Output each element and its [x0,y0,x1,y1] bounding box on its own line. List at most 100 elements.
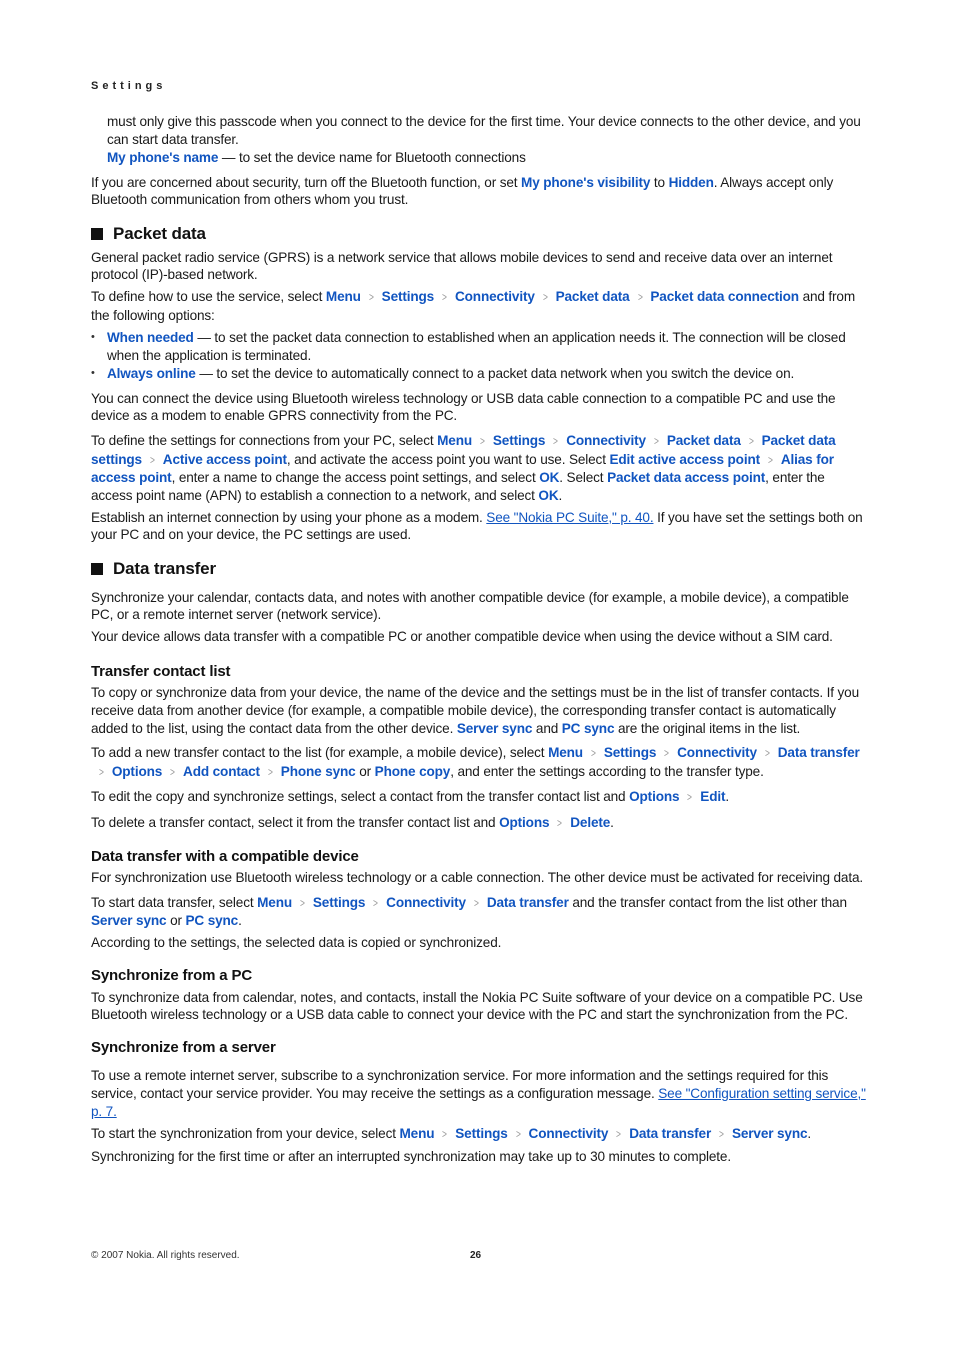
chevron-right-icon: > [637,290,643,305]
menu-path-item: Packet data [555,289,630,305]
chevron-right-icon: > [99,764,104,779]
menu-path: Options > Edit [629,789,725,804]
bullet-continuation: must only give this passcode when you co… [107,114,861,147]
subheading-compatible-device: Data transfer with a compatible device [91,847,359,865]
key-phone-copy: Phone copy [374,763,451,779]
chevron-right-icon: > [373,895,379,910]
link-nokia-pc-suite[interactable]: See "Nokia PC Suite," p. 40. [486,510,653,525]
data-transfer-p2: Your device allows data transfer with a … [91,629,833,645]
intro-bullets: must only give this passcode when you co… [91,113,866,167]
chevron-right-icon: > [590,746,596,761]
menu-path-item: Settings [312,894,366,910]
option-when-needed: When needed [107,329,194,345]
menu-path: Options > Delete [499,815,610,830]
menu-path-item: Options [499,815,550,830]
data-transfer-p1: Synchronize your calendar, contacts data… [91,589,849,623]
section-heading-data-transfer: Data transfer [91,560,866,578]
menu-path-item: Data transfer [777,745,860,761]
security-paragraph: If you are concerned about security, tur… [91,174,834,208]
section-heading-packet-data: Packet data [91,225,866,243]
compatible-device-p2: To start data transfer, select Menu > Sett… [91,894,847,929]
menu-path: Menu > Settings > Connectivity > Packet data > P… [326,289,799,304]
menu-path-item: Connectivity [528,1125,609,1141]
menu-path-item: Packet data [666,432,741,448]
chevron-right-icon: > [267,764,273,779]
sync-pc-p1: To synchronize data from calendar, notes… [91,989,863,1023]
chevron-right-icon: > [515,1126,521,1141]
chevron-right-icon: > [480,433,485,448]
sync-server-p2: To start the synchronization from your d… [91,1125,866,1144]
option-my-phones-name: My phone's name [107,150,219,166]
chevron-right-icon: > [442,1126,448,1141]
chevron-right-icon: > [653,433,659,448]
chevron-right-icon: > [149,452,155,467]
chevron-right-icon: > [368,290,374,305]
option-item: Always online — to set the device to aut… [91,365,866,383]
chevron-right-icon: > [764,746,770,761]
contact-list-p4: To delete a transfer contact, select it … [91,814,866,833]
key-ok: OK [538,487,559,503]
menu-path-item: Settings [381,289,435,305]
page-content: must only give this passcode when you co… [91,113,866,1170]
footer-copyright: © 2007 Nokia. All rights reserved. [91,1250,240,1261]
menu-path-item: Delete [570,815,611,830]
menu-path-item: Options [629,789,680,805]
running-head: Settings [91,80,167,92]
sync-server-p1: To use a remote internet server, subscri… [91,1068,866,1119]
bullet-my-phone-name: My phone's name — to set the device name… [107,150,526,166]
chevron-right-icon: > [687,790,693,805]
packet-data-p2: To define how to use the service, select… [91,289,856,323]
compatible-device-p1: For synchronization use Bluetooth wirele… [91,870,864,886]
menu-path-item: Edit active access point [609,451,760,467]
menu-path-item: Connectivity [386,894,466,910]
packet-data-options: When needed — to set the packet data con… [91,329,866,383]
menu-path-item: Menu [548,745,583,761]
key-hidden: Hidden [668,174,714,190]
menu-path-item: Packet data connection [650,289,799,305]
menu-path: Menu > Settings > Connectivity > Data transfer… [399,1126,807,1141]
key-packet-data-access-point: Packet data access point [607,470,766,486]
menu-path-item: Connectivity [566,432,646,448]
sync-server-p3: Synchronizing for the first time or afte… [91,1148,731,1164]
key-server-sync: Server sync [456,720,533,736]
option-item: When needed — to set the packet data con… [91,329,866,364]
menu-path-item: Menu [399,1125,435,1141]
menu-path-item: Add contact [183,763,260,779]
menu-path-item: Menu [257,894,293,910]
subheading-transfer-contact-list: Transfer contact list [91,662,231,680]
chevron-right-icon: > [664,746,670,761]
packet-data-p3: You can connect the device using Bluetoo… [91,390,836,424]
chevron-right-icon: > [553,433,559,448]
menu-path-item: Menu [325,289,361,305]
chevron-right-icon: > [542,290,548,305]
menu-path-item: Data transfer [486,894,569,910]
menu-path-item: Connectivity [454,289,535,305]
packet-data-p5: Establish an internet connection by usin… [91,509,863,543]
key-server-sync: Server sync [91,913,167,929]
square-icon [91,227,103,240]
key-my-phones-visibility: My phone's visibility [521,174,651,190]
packet-data-p4: To define the settings for connections f… [91,432,836,503]
menu-path-item: Server sync [731,1125,808,1141]
option-always-online: Always online [107,366,196,382]
menu-path-item: Phone sync [280,763,356,779]
chevron-right-icon: > [300,895,305,910]
key-pc-sync: PC sync [561,720,615,736]
chevron-right-icon: > [616,1126,622,1141]
chevron-right-icon: > [719,1126,724,1141]
contact-list-p3: To edit the copy and synchronize setting… [91,788,866,807]
menu-path-item: Options [111,763,163,779]
chevron-right-icon: > [557,816,563,830]
menu-path-item: Menu [437,432,473,448]
square-icon [91,562,103,575]
chevron-right-icon: > [768,452,773,467]
contact-list-p2: To add a new transfer contact to the lis… [91,744,866,781]
menu-path-item: Active access point [162,451,287,467]
menu-path-item: Settings [455,1125,508,1141]
key-ok: OK [539,470,560,486]
subheading-sync-server: Synchronize from a server [91,1038,276,1056]
compatible-device-p3: According to the settings, the selected … [91,935,502,951]
menu-path-item: Settings [603,745,657,761]
page-number: 26 [470,1250,482,1261]
menu-path-item: Settings [492,432,546,448]
